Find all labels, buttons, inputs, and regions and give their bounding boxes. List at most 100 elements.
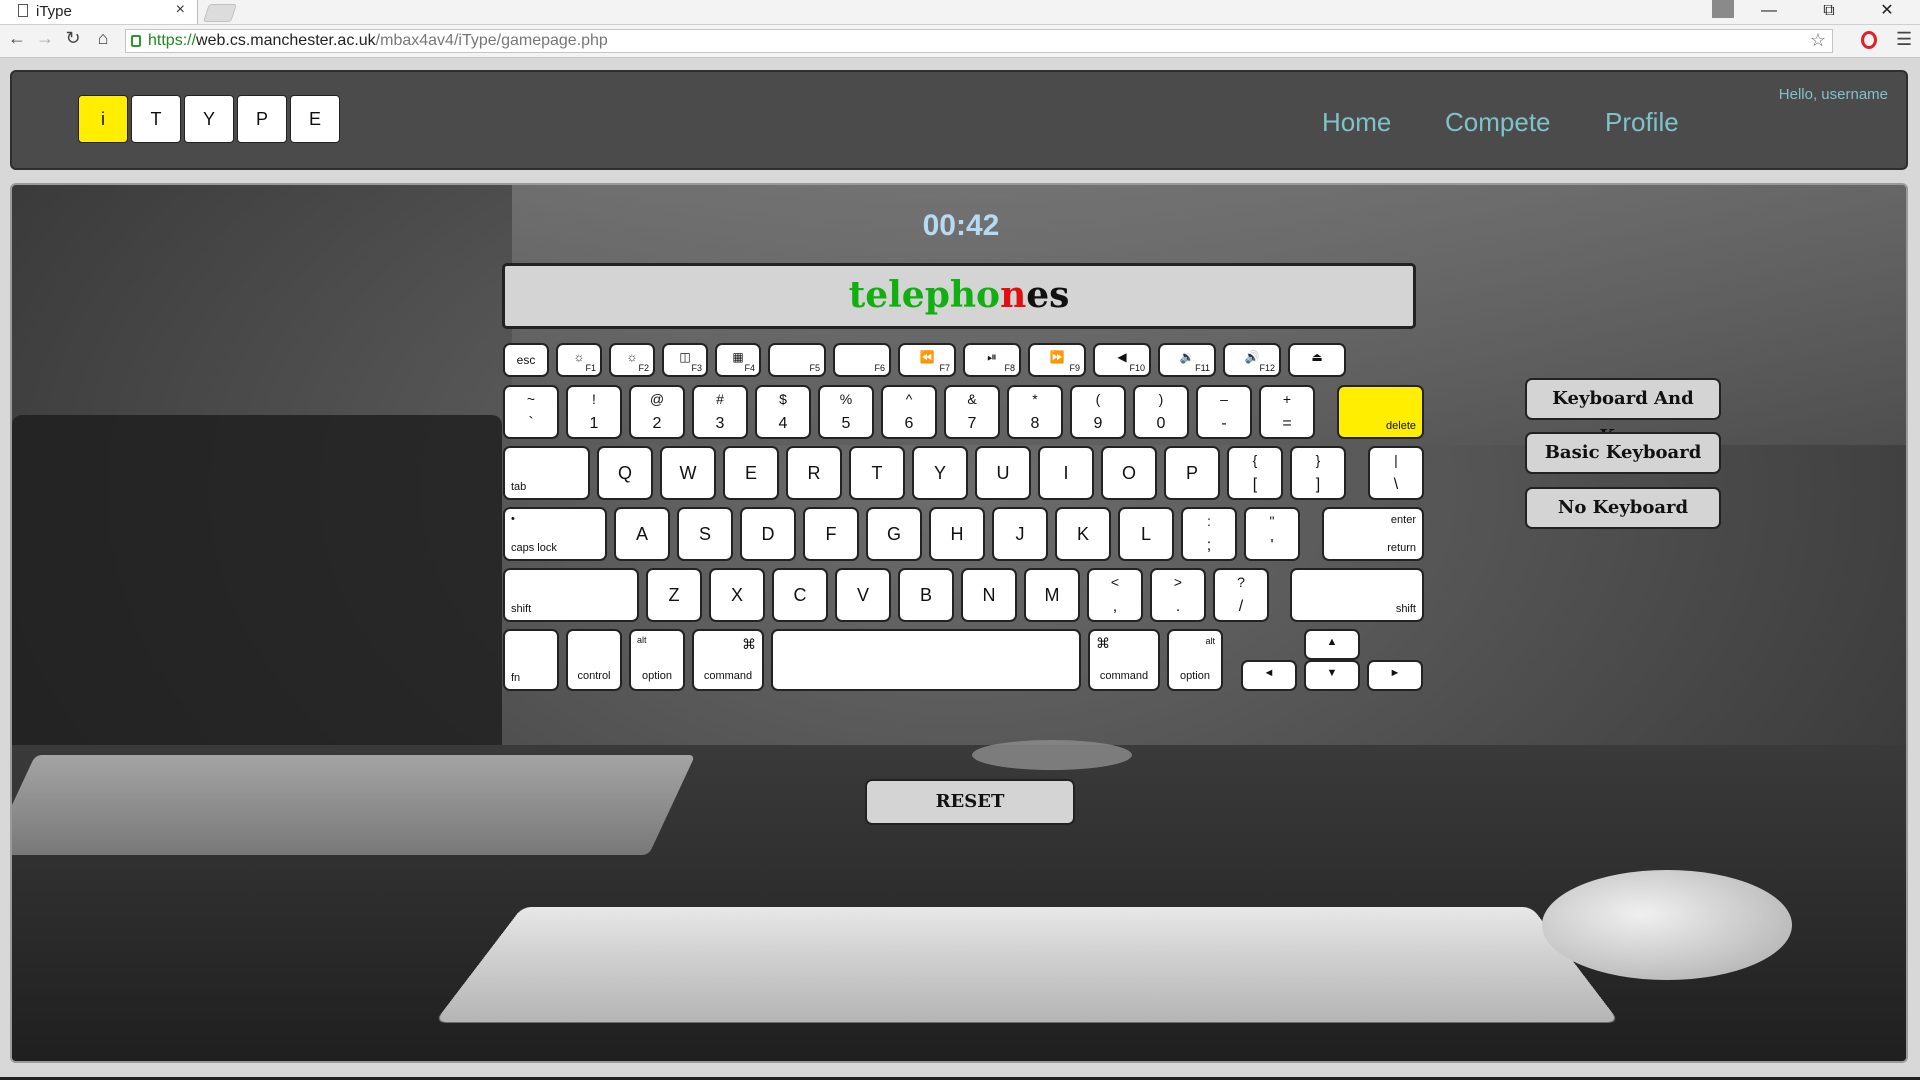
key-arrow-left[interactable]: ◄ xyxy=(1241,660,1297,691)
key-1[interactable]: ! 1 xyxy=(566,385,622,439)
browser-tab[interactable]: iType × xyxy=(0,0,198,24)
key-left-bracket[interactable]: {[ xyxy=(1227,446,1283,500)
key-caps-lock[interactable]: • caps lock xyxy=(503,507,607,561)
keyboard-and-keys-button[interactable]: Keyboard And Keys xyxy=(1525,378,1721,447)
key-l[interactable]: L xyxy=(1118,507,1174,561)
key-5[interactable]: % 5 xyxy=(818,385,874,439)
key-f8[interactable]: ⏯ F8 xyxy=(963,343,1021,377)
key-tab[interactable]: tab xyxy=(503,446,590,500)
key-delete[interactable]: delete xyxy=(1337,385,1424,439)
key-6[interactable]: ^ 6 xyxy=(881,385,937,439)
nav-profile-link[interactable]: Profile xyxy=(1605,107,1679,138)
key-right-bracket[interactable]: }] xyxy=(1290,446,1346,500)
key-right-command[interactable]: ⌘ command xyxy=(1088,629,1160,691)
reset-button[interactable]: RESET xyxy=(865,779,1075,825)
key-i[interactable]: I xyxy=(1038,446,1094,500)
key-k[interactable]: K xyxy=(1055,507,1111,561)
back-icon[interactable]: ← xyxy=(6,28,28,49)
key-f2[interactable]: ☼ F2 xyxy=(609,343,655,377)
key-f3[interactable]: ◫ F3 xyxy=(662,343,708,377)
nav-home-link[interactable]: Home xyxy=(1322,107,1391,138)
close-window-button[interactable]: ✕ xyxy=(1864,0,1910,24)
basic-keyboard-button[interactable]: Basic Keyboard xyxy=(1525,432,1721,474)
key-w[interactable]: W xyxy=(660,446,716,500)
key-esc[interactable]: esc xyxy=(503,343,549,377)
key-f1[interactable]: ☼ F1 xyxy=(556,343,602,377)
key-space[interactable] xyxy=(771,629,1081,691)
key-j[interactable]: J xyxy=(992,507,1048,561)
key-arrow-down[interactable]: ▼ xyxy=(1304,660,1360,691)
key-fn[interactable]: fn xyxy=(503,629,559,691)
tab-close-button[interactable]: × xyxy=(176,1,185,19)
itype-logo[interactable]: i T Y P E xyxy=(78,95,343,145)
minimize-button[interactable]: — xyxy=(1746,0,1792,24)
key-f11[interactable]: 🔉 F11 xyxy=(1158,343,1216,377)
key-backtick[interactable]: ~ ` xyxy=(503,385,559,439)
key-4[interactable]: $4 xyxy=(755,385,811,439)
forward-icon[interactable]: → xyxy=(34,28,56,49)
key-2[interactable]: @2 xyxy=(629,385,685,439)
key-z[interactable]: Z xyxy=(646,568,702,622)
key-b[interactable]: B xyxy=(898,568,954,622)
key-o[interactable]: O xyxy=(1101,446,1157,500)
key-f4[interactable]: ▦ F4 xyxy=(715,343,761,377)
key-return[interactable]: enter return xyxy=(1322,507,1424,561)
key-equals[interactable]: + = xyxy=(1259,385,1315,439)
key-y[interactable]: Y xyxy=(912,446,968,500)
home-icon[interactable]: ⌂ xyxy=(92,28,114,49)
key-minus[interactable]: – - xyxy=(1196,385,1252,439)
key-backslash[interactable]: | \ xyxy=(1368,446,1424,500)
key-g[interactable]: G xyxy=(866,507,922,561)
key-right-shift[interactable]: shift xyxy=(1290,568,1424,622)
key-c[interactable]: C xyxy=(772,568,828,622)
key-f9[interactable]: ⏩ F9 xyxy=(1028,343,1086,377)
key-quote[interactable]: " ' xyxy=(1244,507,1300,561)
key-v[interactable]: V xyxy=(835,568,891,622)
key-left-command[interactable]: ⌘ command xyxy=(692,629,764,691)
key-left-option[interactable]: alt option xyxy=(629,629,685,691)
key-right-option[interactable]: alt option xyxy=(1167,629,1223,691)
key-period[interactable]: >. xyxy=(1150,568,1206,622)
key-d[interactable]: D xyxy=(740,507,796,561)
restore-button[interactable]: ⧉ xyxy=(1806,0,1852,24)
key-7[interactable]: & 7 xyxy=(944,385,1000,439)
new-tab-button[interactable] xyxy=(203,4,237,22)
key-a[interactable]: A xyxy=(614,507,670,561)
key-m[interactable]: M xyxy=(1024,568,1080,622)
menu-icon[interactable]: ☰ xyxy=(1896,29,1912,50)
user-icon[interactable] xyxy=(1712,0,1734,18)
key-u[interactable]: U xyxy=(975,446,1031,500)
key-f7[interactable]: ⏪ F7 xyxy=(898,343,956,377)
key-t[interactable]: T xyxy=(849,446,905,500)
key-3[interactable]: #3 xyxy=(692,385,748,439)
key-0[interactable]: ) 0 xyxy=(1133,385,1189,439)
key-eject[interactable]: ⏏ xyxy=(1288,343,1346,377)
key-8[interactable]: * 8 xyxy=(1007,385,1063,439)
key-x[interactable]: X xyxy=(709,568,765,622)
key-semicolon[interactable]: :; xyxy=(1181,507,1237,561)
key-control[interactable]: control xyxy=(566,629,622,691)
star-icon[interactable]: ☆ xyxy=(1810,30,1826,51)
key-comma[interactable]: <, xyxy=(1087,568,1143,622)
nav-compete-link[interactable]: Compete xyxy=(1445,107,1551,138)
key-arrow-up[interactable]: ▲ xyxy=(1304,629,1360,660)
no-keyboard-button[interactable]: No Keyboard xyxy=(1525,487,1721,529)
opera-icon[interactable] xyxy=(1861,31,1877,49)
key-p[interactable]: P xyxy=(1164,446,1220,500)
key-h[interactable]: H xyxy=(929,507,985,561)
key-f[interactable]: F xyxy=(803,507,859,561)
reload-icon[interactable]: ↻ xyxy=(62,28,84,49)
key-n[interactable]: N xyxy=(961,568,1017,622)
key-r[interactable]: R xyxy=(786,446,842,500)
key-9[interactable]: (9 xyxy=(1070,385,1126,439)
key-left-shift[interactable]: shift xyxy=(503,568,639,622)
key-f12[interactable]: 🔊 F12 xyxy=(1223,343,1281,377)
key-f10[interactable]: ◀ F10 xyxy=(1093,343,1151,377)
url-field[interactable]: https://web.cs.manchester.ac.uk/mbax4av4… xyxy=(125,29,1833,53)
key-e[interactable]: E xyxy=(723,446,779,500)
key-q[interactable]: Q xyxy=(597,446,653,500)
key-s[interactable]: S xyxy=(677,507,733,561)
key-slash[interactable]: ? / xyxy=(1213,568,1269,622)
key-f6[interactable]: F6 xyxy=(833,343,891,377)
key-f5[interactable]: F5 xyxy=(768,343,826,377)
